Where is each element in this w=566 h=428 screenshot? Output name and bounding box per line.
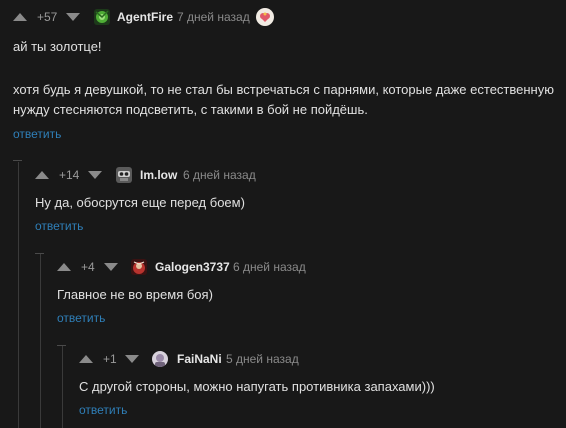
upvote-icon[interactable]	[57, 263, 71, 271]
comment-time[interactable]: 5 дней назад	[226, 352, 299, 366]
comment-time[interactable]: 7 дней назад	[177, 10, 250, 24]
comment-time[interactable]: 6 дней назад	[183, 168, 256, 182]
thread-line	[40, 254, 41, 428]
comment-rating: +57	[37, 10, 58, 24]
flower-heart-icon	[256, 8, 274, 26]
comment-author[interactable]: Im.low	[140, 168, 177, 182]
avatar[interactable]	[116, 167, 132, 183]
downvote-icon[interactable]	[104, 263, 118, 271]
avatar[interactable]	[131, 259, 147, 275]
avatar[interactable]	[94, 9, 110, 25]
reply-link[interactable]: ответить	[79, 403, 127, 417]
comment-author[interactable]: Galogen3737	[155, 260, 230, 274]
comment-text-line: хотя будь я девушкой, то не стал бы встр…	[13, 82, 554, 97]
comment-text-line: нужду стесняются подсветить, с такими в …	[13, 102, 368, 117]
comment-text-line: ай ты золотце!	[13, 39, 102, 54]
collapse-toggle[interactable]	[13, 160, 22, 161]
comment-rating: +14	[59, 168, 80, 182]
reply-link[interactable]: ответить	[13, 127, 61, 141]
downvote-icon[interactable]	[125, 355, 139, 363]
comment-author[interactable]: FaiNaNi	[177, 352, 222, 366]
upvote-icon[interactable]	[35, 171, 49, 179]
comment-time[interactable]: 6 дней назад	[233, 260, 306, 274]
downvote-icon[interactable]	[66, 13, 80, 21]
comment-text-line: Главное не во время боя)	[57, 287, 213, 302]
comment-author[interactable]: AgentFire	[117, 10, 173, 24]
avatar[interactable]	[152, 351, 168, 367]
comment-rating: +4	[81, 260, 95, 274]
comment-text-line: Ну да, обосрутся еще перед боем)	[35, 195, 245, 210]
comment-text-line: С другой стороны, можно напугать противн…	[79, 379, 435, 394]
collapse-toggle[interactable]	[57, 345, 66, 346]
reply-link[interactable]: ответить	[35, 219, 83, 233]
thread-line	[62, 346, 63, 428]
comment-rating: +1	[103, 352, 117, 366]
thread-line	[18, 162, 19, 428]
collapse-toggle[interactable]	[35, 253, 44, 254]
upvote-icon[interactable]	[13, 13, 27, 21]
upvote-icon[interactable]	[79, 355, 93, 363]
reply-link[interactable]: ответить	[57, 311, 105, 325]
downvote-icon[interactable]	[88, 171, 102, 179]
